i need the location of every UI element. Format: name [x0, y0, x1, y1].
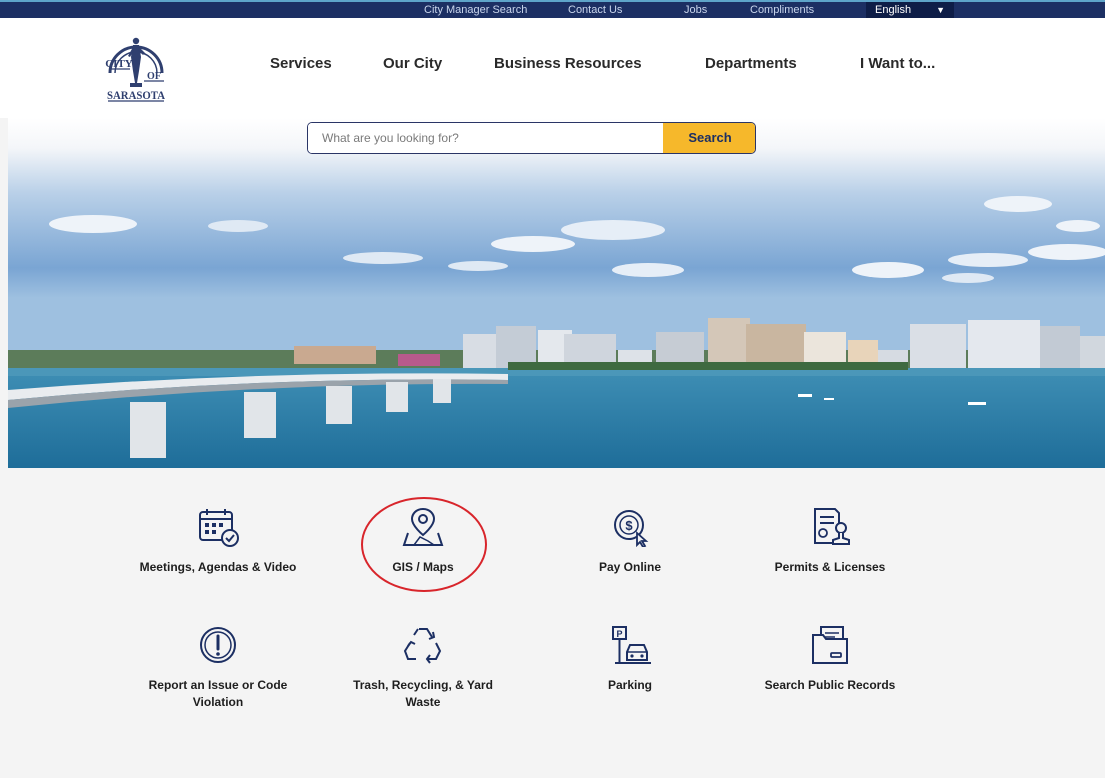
svg-text:$: $	[625, 518, 633, 533]
quick-link-report-issue[interactable]: Report an Issue or Code Violation	[133, 625, 303, 711]
nav-services[interactable]: Services	[270, 55, 332, 72]
city-seal-icon: CITY OF SARASOTA	[105, 37, 165, 102]
quick-link-pay-online[interactable]: $ Pay Online	[545, 507, 715, 576]
quick-link-public-records[interactable]: Search Public Records	[745, 625, 915, 694]
nav-departments[interactable]: Departments	[705, 55, 797, 72]
language-value: English	[875, 4, 912, 16]
svg-text:P: P	[616, 629, 622, 639]
utility-bar: City Manager Search Contact Us Jobs Comp…	[0, 0, 1105, 20]
calendar-check-icon	[199, 509, 239, 547]
permit-stamp-icon	[814, 508, 850, 545]
nav-i-want-to[interactable]: I Want to...	[860, 55, 935, 72]
caret-down-icon: ▼	[936, 5, 945, 15]
site-header: CITY OF SARASOTA Services Our City Busin…	[0, 18, 1105, 118]
utility-link-contact-us[interactable]: Contact Us	[568, 3, 622, 17]
nav-business-resources[interactable]: Business Resources	[494, 55, 642, 72]
quick-link-label: Report an Issue or Code Violation	[148, 678, 288, 709]
quick-link-label: Permits & Licenses	[774, 560, 886, 574]
logo-text-city: CITY	[105, 58, 133, 70]
quick-link-label: Search Public Records	[764, 678, 896, 692]
search-button[interactable]: Search	[663, 123, 755, 153]
highlight-ring-annotation	[361, 497, 487, 592]
pay-online-icon: $	[614, 510, 649, 547]
quick-link-permits[interactable]: Permits & Licenses	[745, 507, 915, 576]
utility-link-jobs[interactable]: Jobs	[684, 3, 707, 17]
quick-link-label: Meetings, Agendas & Video	[139, 560, 297, 574]
hero-image	[8, 118, 1105, 468]
parking-car-icon: P	[612, 626, 651, 664]
logo-text-sarasota: SARASOTA	[107, 88, 165, 102]
quick-link-label: Pay Online	[598, 560, 662, 574]
utility-link-compliments[interactable]: Compliments	[750, 3, 814, 17]
quick-link-trash-recycling[interactable]: Trash, Recycling, & Yard Waste	[338, 625, 508, 711]
exclamation-icon	[200, 627, 236, 663]
quick-link-parking[interactable]: P Parking	[545, 625, 715, 694]
nav-our-city[interactable]: Our City	[383, 55, 442, 72]
skyline-bridge-illustration	[8, 118, 1105, 468]
quick-link-meetings[interactable]: Meetings, Agendas & Video	[133, 507, 303, 576]
utility-link-city-manager-search[interactable]: City Manager Search	[424, 3, 527, 17]
site-search: Search	[307, 122, 756, 154]
search-input[interactable]	[308, 123, 663, 153]
city-logo[interactable]: CITY OF SARASOTA	[104, 27, 168, 107]
quick-link-label: Trash, Recycling, & Yard Waste	[353, 678, 493, 709]
recycle-icon	[403, 628, 442, 664]
records-folder-icon	[812, 626, 848, 664]
quick-link-label: Parking	[607, 678, 652, 692]
logo-text-of: OF	[147, 71, 161, 82]
